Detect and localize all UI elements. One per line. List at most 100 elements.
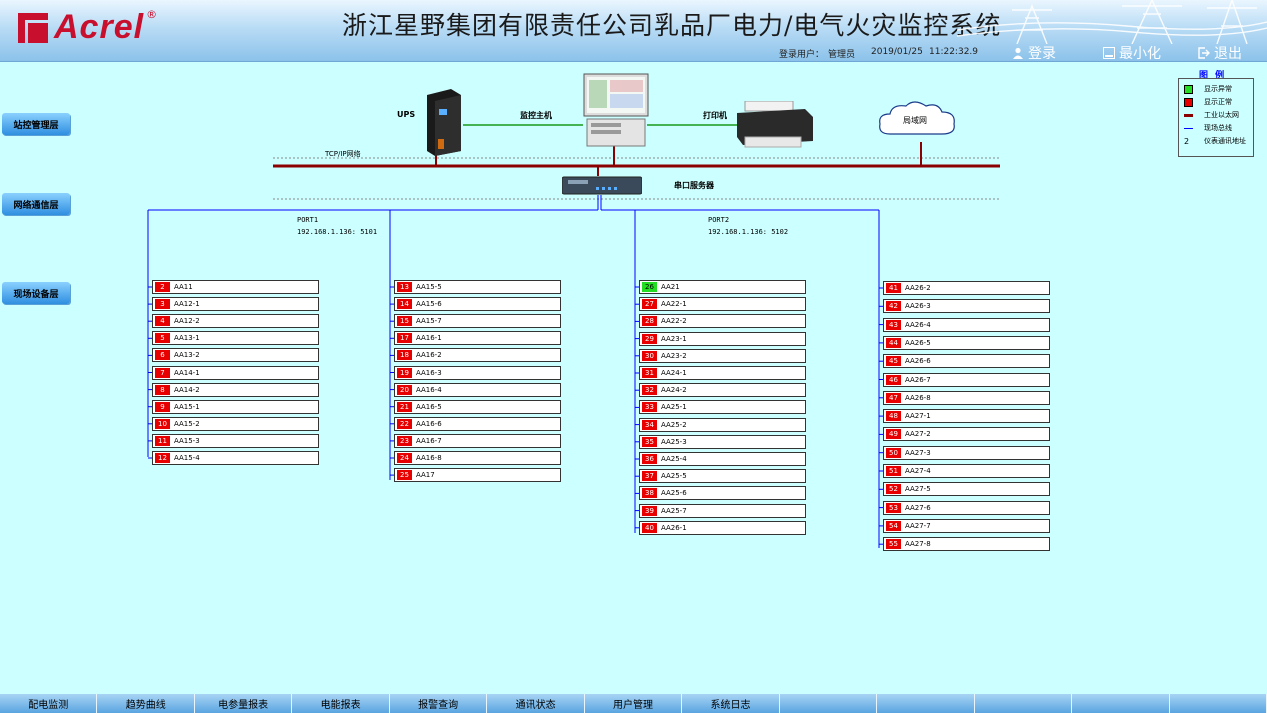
meter-box[interactable]: 34 AA25-2	[639, 417, 806, 432]
meter-box[interactable]: 23 AA16-7	[394, 433, 561, 448]
meter-box[interactable]: 25 AA17	[394, 468, 561, 483]
meter-box[interactable]: 31 AA24-1	[639, 366, 806, 380]
meter-box[interactable]: 7 AA14-1	[152, 365, 319, 380]
nav-item[interactable]: 通讯状态	[487, 694, 585, 713]
monitor-host-label: 监控主机	[520, 111, 552, 120]
meter-name: AA26-5	[905, 338, 931, 347]
meter-address: 22	[397, 418, 412, 429]
meter-box[interactable]: 32 AA24-2	[639, 383, 806, 398]
meter-box[interactable]: 29 AA23-1	[639, 331, 806, 346]
nav-item[interactable]: 系统日志	[682, 694, 780, 713]
meter-box[interactable]: 6 AA13-2	[152, 348, 319, 363]
meter-name: AA13-2	[174, 351, 200, 360]
meter-box[interactable]: 41 AA26-2	[883, 281, 1050, 295]
meter-box[interactable]: 18 AA16-2	[394, 348, 561, 363]
meter-box[interactable]: 10 AA15-2	[152, 416, 319, 431]
nav-item[interactable]: 电参量报表	[195, 694, 293, 713]
meter-box[interactable]: 35 AA25-3	[639, 434, 806, 449]
meter-box[interactable]: 22 AA16-6	[394, 416, 561, 431]
meter-address: 14	[397, 299, 412, 310]
meter-box[interactable]: 5 AA13-1	[152, 331, 319, 346]
meter-box[interactable]: 54 AA27-7	[883, 518, 1050, 533]
nav-item[interactable]: 配电监测	[0, 694, 98, 713]
meter-address: 46	[886, 374, 901, 385]
meter-box[interactable]: 2 AA11	[152, 280, 319, 294]
meter-box[interactable]: 28 AA22-2	[639, 314, 806, 329]
meter-address: 4	[155, 316, 170, 327]
meter-box[interactable]: 30 AA23-2	[639, 348, 806, 363]
meter-box[interactable]: 40 AA26-1	[639, 520, 806, 535]
meter-box[interactable]: 14 AA15-6	[394, 297, 561, 312]
power-tower-art-icon	[957, 0, 1267, 44]
meter-box[interactable]: 55 AA27-8	[883, 537, 1050, 552]
meter-box[interactable]: 44 AA26-5	[883, 335, 1050, 350]
meter-box[interactable]: 52 AA27-5	[883, 482, 1050, 497]
meter-box[interactable]: 27 AA22-1	[639, 297, 806, 312]
exit-button[interactable]: 退出	[1198, 44, 1242, 61]
meter-box[interactable]: 51 AA27-4	[883, 464, 1050, 478]
meter-address: 10	[155, 418, 170, 429]
nav-item[interactable]: 报警查询	[390, 694, 488, 713]
meter-box[interactable]: 38 AA25-6	[639, 486, 806, 501]
meter-box[interactable]: 15 AA15-7	[394, 314, 561, 329]
meter-address: 33	[642, 402, 657, 413]
meter-box[interactable]: 19 AA16-3	[394, 365, 561, 380]
meter-box[interactable]: 20 AA16-4	[394, 382, 561, 397]
nav-item[interactable]: 电能报表	[292, 694, 390, 713]
meter-box[interactable]: 43 AA26-4	[883, 317, 1050, 332]
meter-box[interactable]: 47 AA26-8	[883, 390, 1050, 405]
meter-box[interactable]: 12 AA15-4	[152, 451, 319, 465]
minimize-button[interactable]: 最小化	[1103, 44, 1161, 61]
nav-item[interactable]: 趋势曲线	[97, 694, 195, 713]
meter-box[interactable]: 53 AA27-6	[883, 500, 1050, 515]
nav-item[interactable]	[1072, 694, 1170, 713]
meter-name: AA16-5	[416, 402, 442, 411]
tcpip-label: TCP/IP网络	[325, 150, 361, 158]
meter-box[interactable]: 46 AA26-7	[883, 372, 1050, 387]
monitor-host-icon[interactable]	[583, 73, 649, 148]
meter-name: AA15-3	[174, 436, 200, 445]
nav-item[interactable]	[780, 694, 878, 713]
serial-server-label: 串口服务器	[674, 181, 714, 190]
meter-name: AA25-2	[661, 420, 687, 429]
meter-box[interactable]: 49 AA27-2	[883, 427, 1050, 442]
meter-name: AA27-3	[905, 448, 931, 457]
meter-box[interactable]: 3 AA12-1	[152, 297, 319, 312]
acrel-logo: Acrel ®	[18, 8, 157, 47]
meter-box[interactable]: 42 AA26-3	[883, 299, 1050, 314]
printer-label: 打印机	[703, 111, 727, 120]
meter-box[interactable]: 9 AA15-1	[152, 399, 319, 414]
topology-diagram: UPS 监控主机 打印机 局域网 TCP/IP网络 串口服务器 PORT1 19…	[0, 62, 1267, 692]
meter-name: AA15-2	[174, 419, 200, 428]
meter-box[interactable]: 8 AA14-2	[152, 382, 319, 397]
meter-box[interactable]: 17 AA16-1	[394, 331, 561, 346]
meter-box[interactable]: 48 AA27-1	[883, 409, 1050, 424]
meter-box[interactable]: 45 AA26-6	[883, 354, 1050, 369]
printer-icon[interactable]	[735, 101, 815, 148]
meter-box[interactable]: 13 AA15-5	[394, 280, 561, 294]
nav-item[interactable]	[975, 694, 1073, 713]
meter-box[interactable]: 37 AA25-5	[639, 469, 806, 484]
meter-box[interactable]: 39 AA25-7	[639, 503, 806, 518]
meter-box[interactable]: 50 AA27-3	[883, 445, 1050, 460]
meter-box[interactable]: 21 AA16-5	[394, 399, 561, 414]
nav-item[interactable]: 用户管理	[585, 694, 683, 713]
exit-icon	[1198, 47, 1210, 59]
nav-item[interactable]	[877, 694, 975, 713]
login-button[interactable]: 登录	[1012, 44, 1056, 61]
meter-name: AA14-2	[174, 385, 200, 394]
meter-box[interactable]: 33 AA25-1	[639, 400, 806, 415]
meter-box[interactable]: 36 AA25-4	[639, 452, 806, 466]
meter-address: 32	[642, 385, 657, 396]
current-time: 11:22:32.9	[929, 47, 979, 57]
meter-box[interactable]: 26 AA21	[639, 280, 806, 294]
meter-box[interactable]: 24 AA16-8	[394, 451, 561, 465]
meter-name: AA26-8	[905, 393, 931, 402]
meter-address: 34	[642, 419, 657, 430]
meter-name: AA26-6	[905, 357, 931, 366]
meter-name: AA22-1	[661, 300, 687, 309]
serial-server-icon[interactable]	[562, 176, 642, 195]
meter-box[interactable]: 11 AA15-3	[152, 433, 319, 448]
meter-box[interactable]: 4 AA12-2	[152, 314, 319, 329]
nav-item[interactable]	[1170, 694, 1267, 713]
